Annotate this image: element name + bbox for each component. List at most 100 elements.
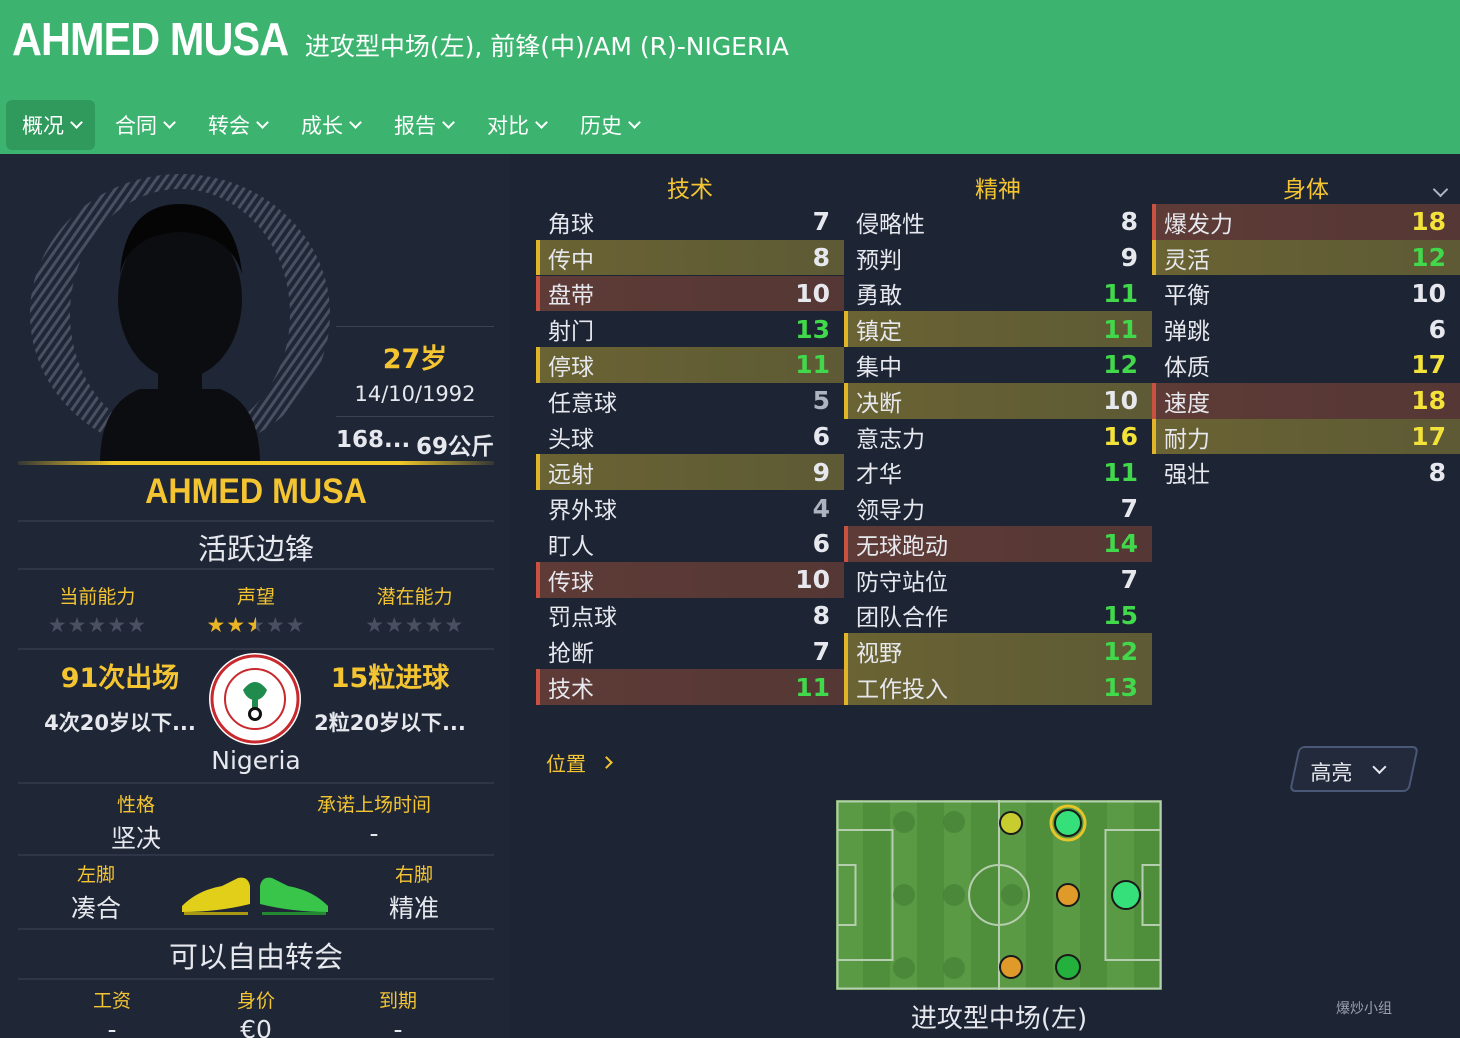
attribute-row[interactable]: 灵活 12: [1152, 239, 1460, 276]
profile-panel: 27岁 14/10/1992 168... 69公斤 AHMED MUSA 活跃…: [0, 154, 510, 1038]
attribute-value: 10: [795, 565, 830, 595]
chevron-down-icon: [256, 115, 269, 129]
attribute-name: 镇定: [856, 319, 902, 346]
position-link[interactable]: 位置: [546, 748, 613, 777]
attribute-value: 7: [1120, 493, 1138, 523]
divider: [18, 928, 494, 930]
attribute-value: 18: [1411, 207, 1446, 237]
attribute-row[interactable]: 速度 18: [1152, 382, 1460, 419]
attribute-row[interactable]: 镇定 11: [844, 311, 1152, 348]
attribute-row[interactable]: 传中 8: [536, 239, 844, 276]
attribute-name: 盘带: [548, 283, 594, 310]
playing-time-value: -: [369, 819, 379, 848]
attribute-name: 强壮: [1164, 462, 1210, 489]
watermark: 爆炒小组: [1336, 1001, 1392, 1017]
tab-contract[interactable]: 合同: [99, 100, 188, 150]
current-ability-label: 当前能力: [59, 586, 136, 608]
attribute-name: 弹跳: [1164, 319, 1210, 346]
attribute-row[interactable]: 任意球 5: [536, 383, 844, 419]
attribute-row[interactable]: 强壮 8: [1152, 454, 1460, 490]
position-dot-amr: [1055, 954, 1081, 980]
tab-development[interactable]: 成长: [285, 100, 374, 150]
attribute-row[interactable]: 射门 13: [536, 311, 844, 347]
attribute-row[interactable]: 领导力 7: [844, 490, 1152, 526]
tab-compare[interactable]: 对比: [471, 100, 560, 150]
attribute-name: 团队合作: [856, 605, 948, 632]
attribute-row[interactable]: 预判 9: [844, 240, 1152, 276]
date-of-birth: 14/10/1992: [354, 382, 476, 406]
attribute-row[interactable]: 团队合作 15: [844, 598, 1152, 634]
attribute-row[interactable]: 盯人 6: [536, 526, 844, 562]
attribute-row[interactable]: 角球 7: [536, 204, 844, 240]
attribute-name: 传中: [548, 247, 594, 274]
attribute-value: 13: [1103, 672, 1138, 702]
tab-reports[interactable]: 报告: [378, 100, 467, 150]
attribute-row[interactable]: 传球 10: [536, 561, 844, 598]
tab-label: 成长: [301, 114, 343, 138]
attribute-name: 意志力: [856, 426, 925, 453]
highlight-label: 高亮: [1310, 761, 1353, 785]
attribute-name: 传球: [548, 569, 594, 596]
attribute-name: 防守站位: [856, 569, 948, 596]
attribute-value: 12: [1103, 636, 1138, 666]
attribute-name: 预判: [856, 247, 902, 274]
attribute-row[interactable]: 盘带 10: [536, 275, 844, 312]
current-ability-stars: ★★★★★: [47, 613, 147, 637]
gold-divider: [18, 461, 494, 465]
attribute-name: 体质: [1164, 354, 1210, 381]
wage: 工资 -: [52, 986, 172, 1038]
attribute-value: 17: [1411, 422, 1446, 452]
divider: [18, 648, 494, 650]
weight: 69公斤: [415, 434, 494, 460]
attribute-row[interactable]: 无球跑动 14: [844, 526, 1152, 562]
playing-time-label: 承诺上场时间: [316, 794, 431, 816]
attribute-name: 无球跑动: [856, 533, 948, 560]
highlight-dropdown[interactable]: 高亮: [1289, 746, 1419, 792]
attribute-row[interactable]: 耐力 17: [1152, 418, 1460, 455]
attribute-row[interactable]: 界外球 4: [536, 490, 844, 526]
attribute-row[interactable]: 头球 6: [536, 419, 844, 455]
attribute-row[interactable]: 抢断 7: [536, 633, 844, 669]
attribute-value: 10: [1103, 386, 1138, 416]
tab-overview[interactable]: 概况: [6, 100, 95, 150]
attribute-row[interactable]: 爆发力 18: [1152, 204, 1460, 240]
attribute-row[interactable]: 远射 9: [536, 454, 844, 491]
attribute-row[interactable]: 决断 10: [844, 382, 1152, 419]
reputation-label: 声望: [237, 586, 276, 608]
attribute-value: 7: [812, 636, 830, 666]
personality-label: 性格: [116, 794, 155, 816]
tab-transfer[interactable]: 转会: [192, 100, 281, 150]
wage-value: -: [107, 1015, 117, 1038]
attribute-row[interactable]: 弹跳 6: [1152, 311, 1460, 347]
attribute-value: 6: [812, 529, 830, 559]
attribute-row[interactable]: 工作投入 13: [844, 669, 1152, 705]
attribute-row[interactable]: 罚点球 8: [536, 598, 844, 634]
tab-history[interactable]: 历史: [564, 100, 653, 150]
attribute-row[interactable]: 视野 12: [844, 633, 1152, 670]
potential-ability-stars: ★★★★★: [365, 613, 465, 637]
attribute-value: 6: [812, 422, 830, 452]
playing-time: 承诺上场时间 -: [294, 790, 454, 848]
divider: [18, 854, 494, 856]
attribute-value: 11: [795, 672, 830, 702]
attribute-name: 勇敢: [856, 283, 902, 310]
attribute-value: 10: [1411, 278, 1446, 308]
nationality[interactable]: Nigeria: [156, 746, 356, 775]
attribute-row[interactable]: 意志力 16: [844, 419, 1152, 455]
attribute-row[interactable]: 停球 11: [536, 347, 844, 383]
attribute-row[interactable]: 侵略性 8: [844, 204, 1152, 240]
player-positions: 进攻型中场(左), 前锋(中)/AM (R)-NIGERIA: [304, 32, 789, 61]
attribute-row[interactable]: 集中 12: [844, 347, 1152, 383]
attribute-row[interactable]: 勇敢 11: [844, 276, 1152, 312]
attribute-row[interactable]: 体质 17: [1152, 347, 1460, 383]
appearances-total: 91次出场: [60, 663, 180, 694]
chevron-down-icon: [442, 115, 455, 129]
attribute-row[interactable]: 防守站位 7: [844, 562, 1152, 598]
attribute-row[interactable]: 技术 11: [536, 669, 844, 705]
chevron-down-icon: [535, 115, 548, 129]
player-name: AHMED MUSA: [145, 472, 367, 511]
attribute-row[interactable]: 才华 11: [844, 454, 1152, 490]
boots-icon: [182, 877, 328, 915]
attribute-row[interactable]: 平衡 10: [1152, 276, 1460, 312]
tab-label: 对比: [487, 114, 529, 138]
